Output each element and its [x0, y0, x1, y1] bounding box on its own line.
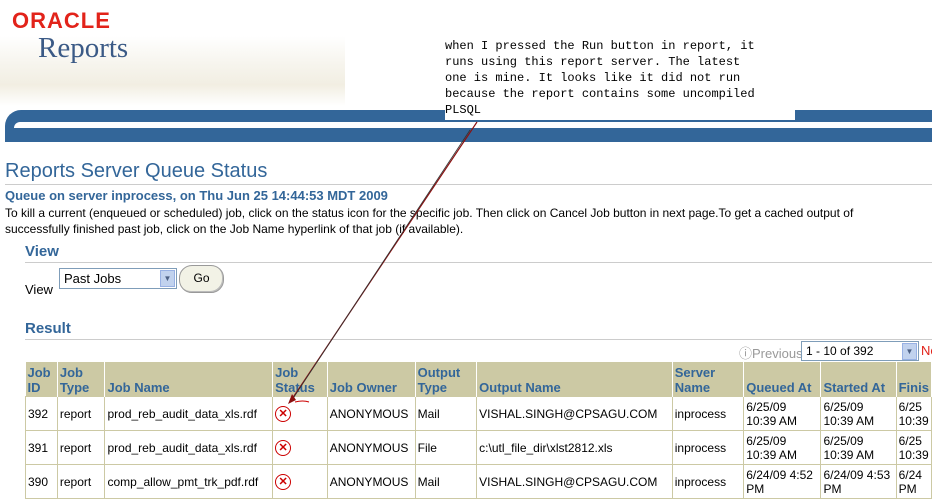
cell-job-type: report [56, 396, 106, 431]
table-header-row: Job ID Job Type Job Name Job Status Job … [25, 362, 932, 397]
error-x-icon[interactable]: ✕ [275, 473, 292, 490]
go-button[interactable]: Go [179, 265, 224, 293]
cell-output-type: Mail [414, 464, 478, 499]
col-job-name: Job Name [104, 362, 274, 397]
col-finished-at: Finis [896, 362, 932, 397]
page-range-select[interactable]: 1 - 10 of 392 ▼ [801, 341, 919, 361]
col-queued-at: Queued At [743, 362, 822, 397]
cell-server-name: inprocess [671, 430, 745, 465]
cell-queued-at: 6/25/09 10:39 AM [743, 396, 822, 431]
col-job-status: Job Status [272, 362, 328, 397]
instructions: To kill a current (enqueued or scheduled… [5, 205, 932, 237]
reports-logo: Reports [38, 32, 129, 64]
cell-job-owner: ANONYMOUS [326, 430, 416, 465]
queue-info: Queue on server inprocess, on Thu Jun 25… [5, 188, 388, 203]
previous-arrow-icon: ⓘ [739, 346, 753, 361]
col-started-at: Started At [820, 362, 897, 397]
col-job-owner: Job Owner [327, 362, 416, 397]
view-select-value: Past Jobs [64, 271, 122, 286]
cell-job-id: 392 [25, 396, 58, 431]
cell-output-name: VISHAL.SINGH@CPSAGU.COM [476, 464, 673, 499]
cell-finished-at: 6/25 10:39 [895, 430, 932, 465]
col-job-id: Job ID [25, 362, 58, 397]
view-select[interactable]: Past Jobs ▼ [59, 268, 177, 289]
chevron-down-icon[interactable]: ▼ [160, 270, 175, 287]
table-row: 390 report comp_allow_pmt_trk_pdf.rdf ✕ … [25, 464, 932, 499]
col-output-type: Output Type [415, 362, 478, 397]
table-row: 391 report prod_reb_audit_data_xls.rdf ✕… [25, 430, 932, 465]
cell-output-name: c:\utl_file_dir\xlst2812.xls [476, 430, 673, 465]
cell-output-type: File [414, 430, 478, 465]
header-bar-highlight [14, 122, 932, 128]
cell-output-type: Mail [414, 396, 478, 431]
error-x-icon[interactable]: ✕ [275, 405, 292, 422]
annotation-note: when I pressed the Run button in report,… [445, 38, 795, 120]
col-output-name: Output Name [476, 362, 673, 397]
cell-started-at: 6/25/09 10:39 AM [820, 430, 897, 465]
title-divider [5, 184, 932, 185]
view-label: View [25, 282, 53, 297]
oracle-logo: ORACLE [12, 8, 111, 33]
view-divider [25, 262, 932, 263]
cell-job-name[interactable]: comp_allow_pmt_trk_pdf.rdf [104, 464, 274, 499]
cell-job-status: ✕ [272, 396, 328, 431]
table-row: 392 report prod_reb_audit_data_xls.rdf ✕… [25, 396, 932, 431]
instructions-line-1: To kill a current (enqueued or scheduled… [5, 206, 854, 220]
cell-server-name: inprocess [671, 464, 745, 499]
cell-job-id: 391 [25, 430, 58, 465]
jobs-table: Job ID Job Type Job Name Job Status Job … [25, 362, 932, 499]
cell-job-name[interactable]: prod_reb_audit_data_xls.rdf [104, 430, 274, 465]
col-server-name: Server Name [672, 362, 745, 397]
cell-queued-at: 6/24/09 4:52 PM [743, 464, 822, 499]
page-title: Reports Server Queue Status [5, 160, 268, 182]
cell-finished-at: 6/24 PM [895, 464, 932, 499]
page-header: ORACLE Reports when I pressed the Run bu… [0, 0, 932, 145]
chevron-down-icon[interactable]: ▼ [902, 343, 917, 360]
cell-job-owner: ANONYMOUS [326, 396, 416, 431]
cell-job-owner: ANONYMOUS [326, 464, 416, 499]
cell-job-status: ✕ [272, 464, 328, 499]
next-link[interactable]: Ne [921, 343, 932, 358]
cell-started-at: 6/24/09 4:53 PM [820, 464, 897, 499]
cell-output-name: VISHAL.SINGH@CPSAGU.COM [476, 396, 673, 431]
error-x-icon[interactable]: ✕ [275, 439, 292, 456]
cell-queued-at: 6/25/09 10:39 AM [743, 430, 822, 465]
cell-started-at: 6/25/09 10:39 AM [820, 396, 897, 431]
cell-job-type: report [56, 430, 106, 465]
page-range-value: 1 - 10 of 392 [806, 344, 874, 358]
cell-job-name[interactable]: prod_reb_audit_data_xls.rdf [104, 396, 274, 431]
instructions-line-2: successfully finished past job, click on… [5, 222, 464, 236]
view-heading: View [25, 243, 59, 260]
cell-server-name: inprocess [671, 396, 745, 431]
result-heading: Result [25, 320, 71, 337]
previous-link[interactable]: ⓘPrevious [739, 343, 803, 362]
cell-finished-at: 6/25 10:39 [895, 396, 932, 431]
cell-job-type: report [56, 464, 106, 499]
arrow-line-shadow [291, 129, 471, 401]
result-divider [25, 339, 932, 340]
cell-job-status: ✕ [272, 430, 328, 465]
cell-job-id: 390 [25, 464, 58, 499]
col-job-type: Job Type [57, 362, 106, 397]
